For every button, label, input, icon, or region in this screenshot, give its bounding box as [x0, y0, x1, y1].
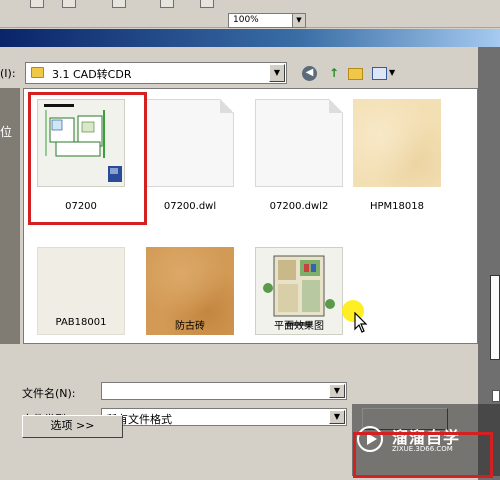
toolbar-icon[interactable]	[112, 0, 126, 8]
selection-highlight	[28, 92, 147, 225]
filename-label: 文件名(N):	[22, 387, 76, 400]
file-icon	[255, 99, 343, 187]
chevron-down-icon[interactable]: ▼	[329, 410, 345, 424]
file-list[interactable]: 07200 07200.dwl 07200.dwl2 HPM18018 PAB1…	[23, 88, 478, 344]
filename-input[interactable]: ▼	[101, 382, 347, 400]
zoom-select[interactable]: 100% ▼	[228, 13, 306, 28]
new-folder-icon[interactable]	[348, 68, 363, 80]
zoom-value: 100%	[233, 15, 259, 25]
highlight-box	[353, 432, 493, 478]
file-name: 07200.dwl2	[269, 201, 329, 212]
back-icon[interactable]: ◀	[302, 66, 317, 81]
look-in-label: (I):	[0, 67, 16, 80]
chevron-down-icon[interactable]: ▼	[389, 68, 395, 77]
file-name: PAB18001	[55, 317, 107, 328]
places-bar-label: 位	[0, 125, 13, 139]
look-in-combo[interactable]: 3.1 CAD转CDR ▼	[25, 62, 287, 84]
view-menu-icon[interactable]	[372, 67, 387, 80]
toolbar: 100% ▼	[0, 0, 500, 28]
file-icon	[146, 99, 234, 187]
up-folder-icon[interactable]: ↑	[326, 66, 342, 80]
filetype-select[interactable]: 所有文件格式 ▼	[101, 408, 347, 426]
tile-thumbnail	[353, 99, 441, 187]
file-name: 平面效果图	[274, 321, 324, 332]
folder-icon	[31, 67, 44, 78]
file-name: 防古砖	[175, 321, 205, 332]
chevron-down-icon[interactable]: ▼	[292, 14, 305, 27]
file-name: HPM18018	[370, 201, 424, 212]
file-name: 07200.dwl	[163, 201, 217, 212]
toolbar-icon[interactable]	[30, 0, 44, 8]
background-panel	[490, 275, 500, 360]
places-bar[interactable]: 位	[0, 88, 20, 344]
toolbar-icon[interactable]	[62, 0, 76, 8]
options-button[interactable]: 选项 >>	[22, 415, 123, 438]
chevron-down-icon[interactable]: ▼	[269, 64, 285, 82]
toolbar-icon[interactable]	[200, 0, 214, 8]
background-checkbox	[492, 390, 500, 402]
toolbar-icon[interactable]	[160, 0, 174, 8]
chevron-down-icon[interactable]: ▼	[329, 384, 345, 398]
current-path: 3.1 CAD转CDR	[52, 68, 132, 81]
dialog-title-bar[interactable]	[0, 29, 500, 47]
